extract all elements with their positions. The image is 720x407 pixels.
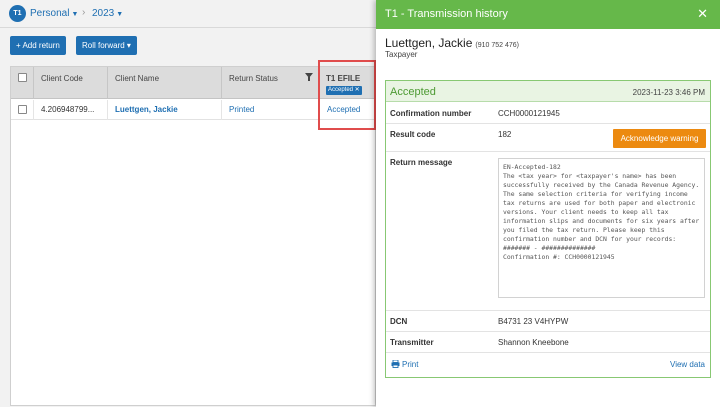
result-code-label: Result code xyxy=(390,130,436,139)
transmitter-row: Transmitter Shannon Kneebone xyxy=(386,332,710,353)
print-link[interactable]: Print xyxy=(391,359,419,369)
column-header-client-code[interactable]: Client Code xyxy=(41,74,83,83)
efile-column-highlight xyxy=(318,60,376,130)
transmission-timestamp: 2023-11-23 3:46 PM xyxy=(632,88,705,97)
column-header-return-status[interactable]: Return Status xyxy=(229,74,278,83)
cell-return-status-link[interactable]: Printed xyxy=(229,105,254,114)
chevron-down-icon: ▼ xyxy=(116,11,124,18)
chevron-down-icon: ▼ xyxy=(71,11,79,18)
view-data-link[interactable]: View data xyxy=(670,360,705,369)
transmission-card: Accepted 2023-11-23 3:46 PM Confirmation… xyxy=(385,80,711,378)
filter-icon[interactable] xyxy=(305,73,313,81)
status-accepted: Accepted xyxy=(390,86,436,98)
transmitter-value: Shannon Kneebone xyxy=(498,338,569,347)
product-label: Personal xyxy=(30,8,70,19)
taxpayer-id: (910 752 476) xyxy=(475,42,519,49)
taxpayer-name: Luettgen, Jackie (910 752 476) xyxy=(385,36,519,50)
select-all-checkbox[interactable] xyxy=(18,73,27,82)
cell-divider xyxy=(107,100,108,120)
close-icon[interactable]: ✕ xyxy=(697,6,708,22)
return-message-text: EN-Accepted-182 The <tax year> for <taxp… xyxy=(498,158,705,298)
transmission-card-header: Accepted 2023-11-23 3:46 PM xyxy=(386,81,710,102)
confirmation-row: Confirmation number CCH0000121945 xyxy=(386,102,710,124)
product-dropdown[interactable]: Personal ▼ xyxy=(30,8,78,19)
result-code-value: 182 xyxy=(498,130,512,139)
column-divider xyxy=(107,67,108,99)
dcn-label: DCN xyxy=(390,317,408,326)
return-message-row: Return message EN-Accepted-182 The <tax … xyxy=(386,152,710,311)
confirmation-value: CCH0000121945 xyxy=(498,109,560,118)
acknowledge-warning-button[interactable]: Acknowledge warning xyxy=(613,129,706,148)
return-message-label: Return message xyxy=(390,158,453,167)
column-divider xyxy=(33,67,34,99)
dcn-value: B4731 23 V4HYPW xyxy=(498,317,569,326)
add-return-button[interactable]: + Add return xyxy=(10,36,66,55)
panel-header: T1 - Transmission history ✕ xyxy=(376,0,720,29)
printer-icon xyxy=(391,359,400,368)
result-code-row: Result code 182 Acknowledge warning xyxy=(386,124,710,152)
transmitter-label: Transmitter xyxy=(390,338,434,347)
transmission-history-panel: T1 - Transmission history ✕ Luettgen, Ja… xyxy=(376,0,720,407)
cell-client-name-link[interactable]: Luettgen, Jackie xyxy=(115,105,178,114)
taxpayer-role: Taxpayer xyxy=(385,50,418,59)
t1-badge: T1 xyxy=(9,5,26,22)
cell-client-code: 4.206948799... xyxy=(41,105,95,114)
confirmation-label: Confirmation number xyxy=(390,109,472,118)
panel-title: T1 - Transmission history xyxy=(385,8,508,20)
column-header-client-name[interactable]: Client Name xyxy=(115,74,159,83)
year-dropdown[interactable]: 2023 ▼ xyxy=(92,8,123,19)
roll-forward-button[interactable]: Roll forward ▾ xyxy=(76,36,137,55)
year-label: 2023 xyxy=(92,8,115,19)
cell-divider xyxy=(221,100,222,120)
breadcrumb-separator: › xyxy=(82,7,86,18)
taxpayer-name-text: Luettgen, Jackie xyxy=(385,36,473,50)
row-checkbox[interactable] xyxy=(18,105,27,114)
print-label: Print xyxy=(402,360,419,369)
cell-divider xyxy=(33,100,34,120)
dcn-row: DCN B4731 23 V4HYPW xyxy=(386,311,710,332)
column-divider xyxy=(221,67,222,99)
